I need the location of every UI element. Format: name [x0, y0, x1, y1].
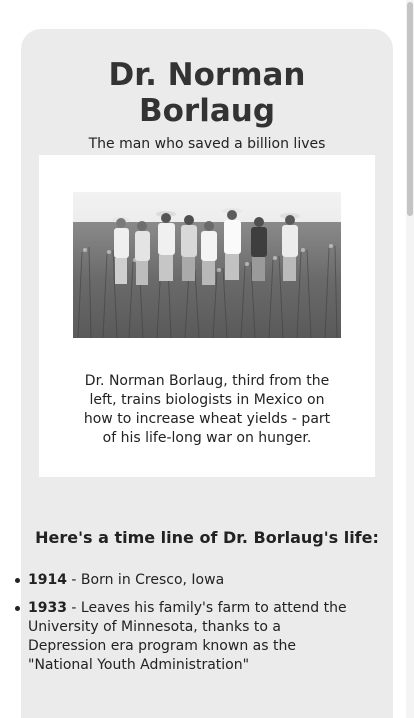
timeline-year: 1914: [28, 572, 67, 588]
timeline-text: - Leaves his family's farm to attend the…: [28, 600, 347, 673]
bullet-icon: [15, 606, 20, 611]
photo-box: Dr. Norman Borlaug, third from the left,…: [39, 155, 375, 477]
scrollbar-track[interactable]: [406, 0, 414, 718]
title-line-2: Borlaug: [138, 93, 276, 129]
bullet-icon: [15, 578, 20, 583]
timeline-year: 1933: [28, 600, 67, 616]
timeline-heading: Here's a time line of Dr. Borlaug's life…: [35, 528, 379, 547]
timeline-item: 1933 - Leaves his family's farm to atten…: [15, 599, 358, 675]
scrollbar-thumb[interactable]: [407, 2, 413, 216]
timeline-list: 1914 - Born in Cresco, Iowa 1933 - Leave…: [15, 571, 358, 684]
page-title: Dr. Norman Borlaug: [21, 57, 393, 129]
photo-caption: Dr. Norman Borlaug, third from the left,…: [83, 373, 331, 446]
page-subtitle: The man who saved a billion lives: [88, 136, 326, 152]
page: Dr. Norman Borlaug The man who saved a b…: [0, 0, 414, 718]
timeline-item: 1914 - Born in Cresco, Iowa: [15, 571, 358, 590]
wheat-field-photo: [73, 192, 341, 338]
timeline-text: - Born in Cresco, Iowa: [66, 572, 225, 588]
title-line-1: Dr. Norman: [108, 57, 306, 93]
